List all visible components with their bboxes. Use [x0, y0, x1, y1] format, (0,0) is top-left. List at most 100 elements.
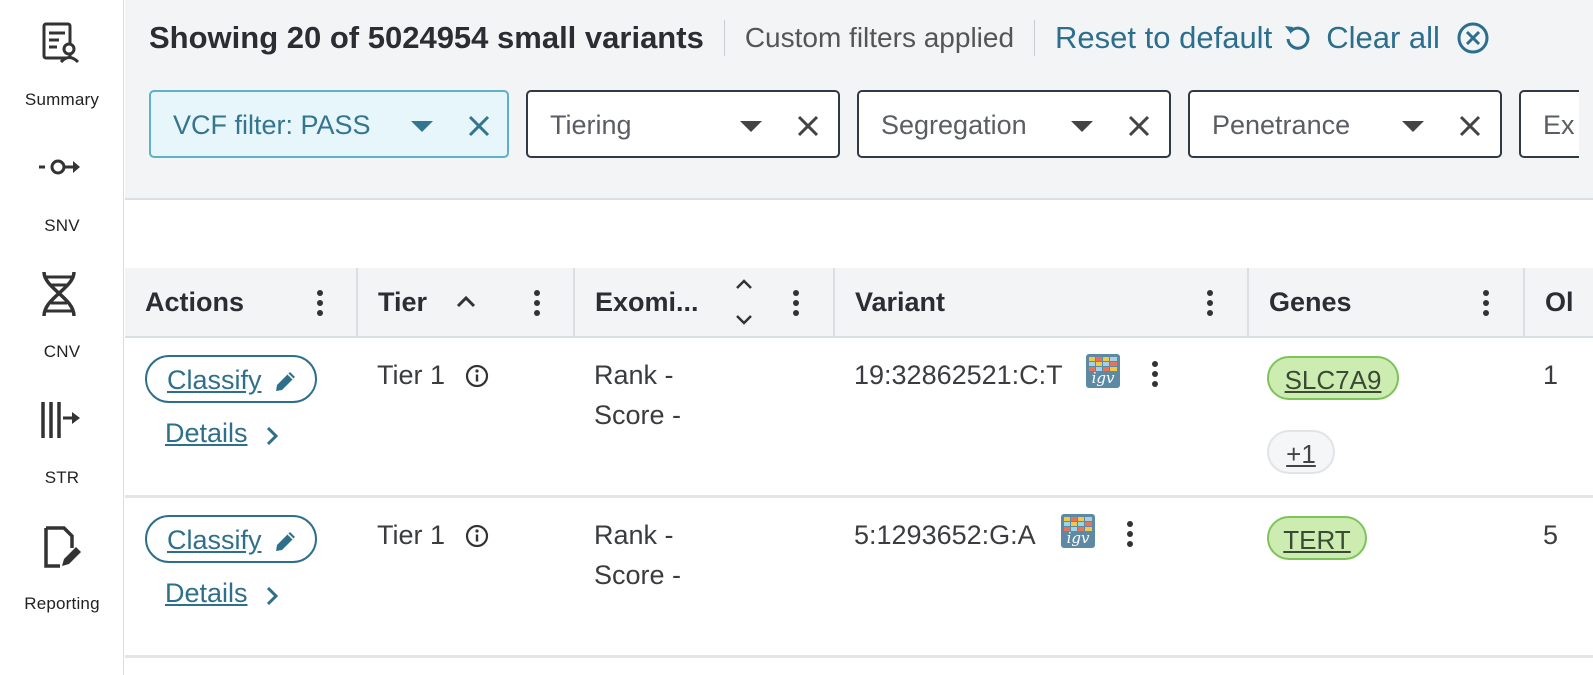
close-icon[interactable] [467, 114, 491, 138]
table-row: Classify Details Tier 1 Rank - Score - 5… [125, 498, 1593, 658]
reset-icon [1285, 26, 1310, 50]
row-menu-icon[interactable] [1127, 521, 1133, 547]
column-menu-icon[interactable] [793, 290, 799, 316]
column-header-tier[interactable]: Tier [358, 268, 575, 338]
variant-id: 5:1293652:G:A [854, 520, 1036, 550]
sidebar-item-reporting[interactable]: Reporting [0, 504, 124, 614]
classify-button[interactable]: Classify [145, 515, 317, 563]
chevron-right-icon[interactable] [265, 426, 279, 446]
divider [1034, 20, 1036, 56]
pencil-icon [276, 372, 295, 391]
chevron-down-icon[interactable] [740, 121, 762, 132]
filter-penetrance[interactable]: Penetrance [1188, 90, 1502, 158]
sidebar-item-label: STR [44, 468, 80, 487]
sidebar-item-snv[interactable]: SNV [0, 126, 124, 236]
other-value: 5 [1543, 520, 1559, 550]
dna-icon [42, 272, 76, 317]
column-header-genes[interactable]: Genes [1249, 268, 1525, 338]
chevron-down-icon[interactable] [411, 121, 433, 132]
filter-exomiser[interactable]: Ex [1519, 90, 1579, 158]
sidebar-item-cnv[interactable]: CNV [0, 252, 124, 362]
sidebar-item-label: Reporting [24, 594, 100, 613]
report-edit-icon [44, 526, 81, 568]
divider [723, 20, 725, 56]
summary-line: Showing 20 of 5024954 small variants Cus… [149, 18, 1490, 58]
close-icon[interactable] [1127, 114, 1151, 138]
filter-bar: VCF filter: PASS Tiering Segregation Pen… [149, 90, 1579, 158]
column-label: Exomi... [595, 287, 699, 317]
chevron-right-icon[interactable] [265, 586, 279, 606]
tier-value: Tier 1 [377, 360, 446, 390]
close-icon[interactable] [796, 114, 820, 138]
other-value: 1 [1543, 360, 1559, 390]
column-label: Variant [855, 287, 946, 317]
clear-circle-icon [1457, 22, 1489, 54]
results-summary: Showing 20 of 5024954 small variants [149, 20, 704, 55]
more-genes-chip[interactable]: +1 [1267, 430, 1335, 474]
snv-icon [39, 159, 80, 175]
filter-vcf[interactable]: VCF filter: PASS [149, 90, 509, 158]
reset-label: Reset to default [1055, 20, 1273, 55]
sidebar-item-str[interactable]: STR [0, 378, 124, 488]
more-genes-label: +1 [1286, 439, 1316, 469]
gene-label: SLC7A9 [1284, 365, 1382, 395]
gene-chip[interactable]: TERT [1267, 516, 1367, 560]
igv-label: igv [1091, 369, 1115, 387]
sidebar-item-label: SNV [44, 216, 80, 235]
igv-label: igv [1066, 529, 1090, 547]
exomiser-rank: Rank - [594, 360, 674, 390]
details-link[interactable]: Details [165, 578, 248, 609]
str-icon [41, 402, 80, 438]
sidebar-item-label: CNV [43, 342, 81, 361]
summary-icon [42, 22, 80, 64]
column-menu-icon[interactable] [317, 290, 323, 316]
classify-label: Classify [167, 525, 262, 555]
info-icon[interactable] [465, 524, 489, 548]
tier-value: Tier 1 [377, 520, 446, 550]
variant-id: 19:32862521:C:T [854, 360, 1063, 390]
column-header-other[interactable]: Ol [1525, 268, 1593, 338]
clear-all-label: Clear all [1326, 20, 1440, 55]
column-header-exomiser[interactable]: Exomi... [575, 268, 835, 338]
custom-filters-status: Custom filters applied [744, 22, 1015, 53]
table-header: Actions Tier Exomi... Variant Genes Ol [125, 268, 1593, 338]
filter-label: VCF filter: PASS [173, 110, 371, 140]
filter-label: Ex [1543, 110, 1575, 140]
gene-chip[interactable]: SLC7A9 [1267, 356, 1399, 400]
sidebar: Summary SNV CNV STR Reporting [0, 0, 124, 675]
info-icon[interactable] [465, 364, 489, 388]
chevron-down-icon[interactable] [1402, 121, 1424, 132]
sort-ascending-icon[interactable] [456, 294, 476, 308]
filter-label: Segregation [881, 110, 1027, 140]
filter-label: Tiering [550, 110, 632, 140]
close-icon[interactable] [1458, 114, 1482, 138]
classify-button[interactable]: Classify [145, 355, 317, 403]
details-link[interactable]: Details [165, 418, 248, 449]
column-menu-icon[interactable] [1207, 290, 1213, 316]
filter-segregation[interactable]: Segregation [857, 90, 1171, 158]
column-header-actions[interactable]: Actions [125, 268, 358, 338]
table-row: Classify Details Tier 1 Rank - Score - 1… [125, 338, 1593, 498]
sidebar-item-summary[interactable]: Summary [0, 0, 124, 110]
filter-label: Penetrance [1212, 110, 1351, 140]
exomiser-rank: Rank - [594, 520, 674, 550]
sidebar-item-label: Summary [24, 90, 100, 109]
column-menu-icon[interactable] [1483, 290, 1489, 316]
app-root: Summary SNV CNV STR Reporting Showing 20… [0, 0, 1593, 675]
column-label: Genes [1269, 287, 1352, 317]
exomiser-score: Score - [594, 400, 682, 430]
igv-icon[interactable]: igv [1086, 354, 1120, 388]
pencil-icon [276, 532, 295, 551]
column-menu-icon[interactable] [534, 290, 540, 316]
row-menu-icon[interactable] [1152, 361, 1158, 387]
filter-tiering[interactable]: Tiering [526, 90, 840, 158]
igv-icon[interactable]: igv [1061, 514, 1095, 548]
chevron-down-icon[interactable] [1071, 121, 1093, 132]
sort-unsorted-icon[interactable] [735, 278, 753, 326]
classify-label: Classify [167, 365, 262, 395]
filter-header: Showing 20 of 5024954 small variants Cus… [125, 0, 1593, 200]
reset-to-default-button[interactable]: Reset to default [1055, 20, 1312, 56]
exomiser-score: Score - [594, 560, 682, 590]
clear-all-button[interactable]: Clear all [1326, 20, 1490, 56]
column-header-variant[interactable]: Variant [835, 268, 1249, 338]
